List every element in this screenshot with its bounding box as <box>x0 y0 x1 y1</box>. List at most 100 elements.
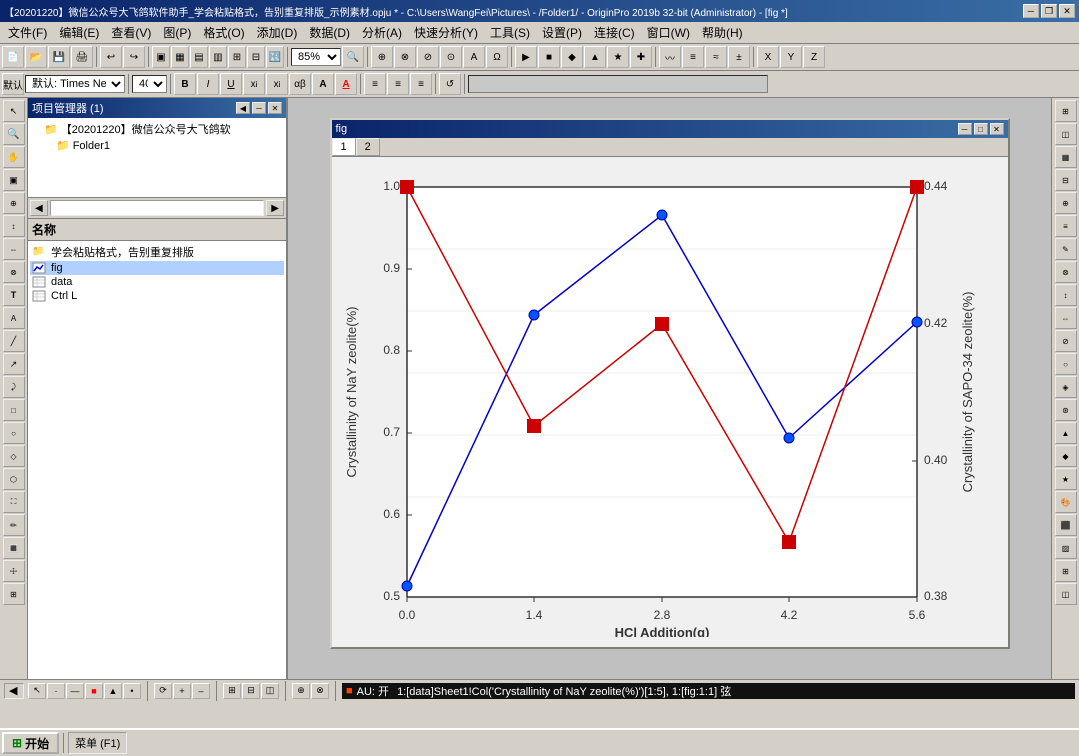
rt13[interactable]: ◈ <box>1055 376 1077 398</box>
menu-quick[interactable]: 快速分析(Y) <box>408 22 484 43</box>
rt12[interactable]: ○ <box>1055 353 1077 375</box>
panel-hide[interactable]: ◀ <box>236 102 250 114</box>
rt4[interactable]: ⊟ <box>1055 169 1077 191</box>
rt19[interactable]: ⬛ <box>1055 514 1077 536</box>
align-left[interactable]: ≡ <box>364 73 386 95</box>
start-button[interactable]: ⊞ 开始 <box>2 732 59 754</box>
graph-minimize[interactable]: ─ <box>958 123 972 135</box>
nav-forward[interactable]: ▶ <box>266 200 284 216</box>
s5[interactable]: ▲ <box>104 683 122 699</box>
menu-edit[interactable]: 编辑(E) <box>53 22 105 43</box>
italic-button[interactable]: I <box>197 73 219 95</box>
rt3[interactable]: ▦ <box>1055 146 1077 168</box>
s1[interactable]: ↖ <box>28 683 46 699</box>
rt20[interactable]: ▨ <box>1055 537 1077 559</box>
formula-input[interactable] <box>468 75 768 93</box>
s13[interactable]: ⊕ <box>292 683 310 699</box>
lt20[interactable]: 🔳 <box>3 537 25 559</box>
align-center[interactable]: ≡ <box>387 73 409 95</box>
font-color-btn[interactable]: A <box>335 73 357 95</box>
tb14[interactable]: A <box>463 46 485 68</box>
rt16[interactable]: ◆ <box>1055 445 1077 467</box>
font-select[interactable]: 默认: Times New... <box>25 75 125 93</box>
nav-back[interactable]: ◀ <box>30 200 48 216</box>
lt6[interactable]: ↕ <box>3 215 25 237</box>
undo-button[interactable]: ↩ <box>100 46 122 68</box>
rotate-btn[interactable]: ↺ <box>439 73 461 95</box>
save-button[interactable]: 💾 <box>48 46 70 68</box>
graph-tab-2[interactable]: 2 <box>356 138 380 156</box>
lt17[interactable]: ⬡ <box>3 468 25 490</box>
scroll-left[interactable]: ◀ <box>4 683 24 699</box>
subscript-button[interactable]: xi <box>243 73 265 95</box>
folder-root[interactable]: 📁 【20201220】微信公众号大飞鸽软 <box>30 120 284 138</box>
s3[interactable]: — <box>66 683 84 699</box>
lt5[interactable]: ⊕ <box>3 192 25 214</box>
list-item-2[interactable]: data <box>30 275 284 289</box>
menu-format[interactable]: 格式(O) <box>197 22 250 43</box>
menu-help[interactable]: 帮助(H) <box>696 22 749 43</box>
open-button[interactable]: 📂 <box>25 46 47 68</box>
tb5[interactable]: ▤ <box>190 46 208 68</box>
lt14[interactable]: □ <box>3 399 25 421</box>
menu-connect[interactable]: 连接(C) <box>588 22 641 43</box>
tb28[interactable]: Z <box>803 46 825 68</box>
menu-settings[interactable]: 设置(P) <box>536 22 588 43</box>
rt17[interactable]: ★ <box>1055 468 1077 490</box>
draw-arrow[interactable]: ↗ <box>3 353 25 375</box>
rt6[interactable]: ≡ <box>1055 215 1077 237</box>
list-item-3[interactable]: Ctrl L <box>30 289 284 303</box>
lt21[interactable]: ☩ <box>3 560 25 582</box>
menu-tools[interactable]: 工具(S) <box>484 22 536 43</box>
s9[interactable]: – <box>192 683 210 699</box>
lt22[interactable]: ⊞ <box>3 583 25 605</box>
tb27[interactable]: Y <box>780 46 802 68</box>
menu-file[interactable]: 文件(F) <box>2 22 53 43</box>
s6[interactable]: • <box>123 683 141 699</box>
rt8[interactable]: ⊗ <box>1055 261 1077 283</box>
draw-line[interactable]: ╱ <box>3 330 25 352</box>
list-item-0[interactable]: 📁 学会粘贴格式，告别重复排版 <box>30 243 284 261</box>
lt8[interactable]: ⊗ <box>3 261 25 283</box>
rt11[interactable]: ⊘ <box>1055 330 1077 352</box>
tb18[interactable]: ◆ <box>561 46 583 68</box>
zoom-in[interactable]: 🔍 <box>342 46 364 68</box>
s2[interactable]: · <box>47 683 65 699</box>
font-size[interactable]: 400 <box>132 75 167 93</box>
print-button[interactable]: 🖨 <box>71 46 93 68</box>
s7[interactable]: ⟳ <box>154 683 172 699</box>
tb24[interactable]: ≈ <box>705 46 727 68</box>
align-right[interactable]: ≡ <box>410 73 432 95</box>
rt15[interactable]: ▲ <box>1055 422 1077 444</box>
panel-minimize[interactable]: ─ <box>252 102 266 114</box>
panel-close[interactable]: ✕ <box>268 102 282 114</box>
menu-analysis[interactable]: 分析(A) <box>356 22 408 43</box>
s4[interactable]: ■ <box>85 683 103 699</box>
tb8[interactable]: ⊟ <box>247 46 265 68</box>
menu-data[interactable]: 数据(D) <box>303 22 356 43</box>
zoom-select[interactable]: 85% <box>291 48 341 66</box>
rt1[interactable]: ⊞ <box>1055 100 1077 122</box>
tb26[interactable]: X <box>757 46 779 68</box>
canvas-area[interactable]: fig ─ □ ✕ 1 2 <box>288 98 1051 679</box>
s11[interactable]: ⊟ <box>242 683 260 699</box>
lt19[interactable]: ✏ <box>3 514 25 536</box>
tb6[interactable]: ▥ <box>209 46 227 68</box>
pointer-tool[interactable]: ↖ <box>3 100 25 122</box>
bold-button[interactable]: B <box>174 73 196 95</box>
rt14[interactable]: ⊛ <box>1055 399 1077 421</box>
superscript-button[interactable]: xi <box>266 73 288 95</box>
s8[interactable]: + <box>173 683 191 699</box>
tb21[interactable]: ✚ <box>630 46 652 68</box>
graph-tab-1[interactable]: 1 <box>332 138 356 156</box>
lt16[interactable]: ◇ <box>3 445 25 467</box>
tb10[interactable]: ⊕ <box>371 46 393 68</box>
tb4[interactable]: ▦ <box>171 46 189 68</box>
graph-restore[interactable]: □ <box>974 123 988 135</box>
s14[interactable]: ⊗ <box>311 683 329 699</box>
graph-close[interactable]: ✕ <box>990 123 1004 135</box>
rt21[interactable]: ⊞ <box>1055 560 1077 582</box>
s12[interactable]: ◫ <box>261 683 279 699</box>
font-toggle[interactable]: 默认 <box>2 73 24 95</box>
tb12[interactable]: ⊘ <box>417 46 439 68</box>
